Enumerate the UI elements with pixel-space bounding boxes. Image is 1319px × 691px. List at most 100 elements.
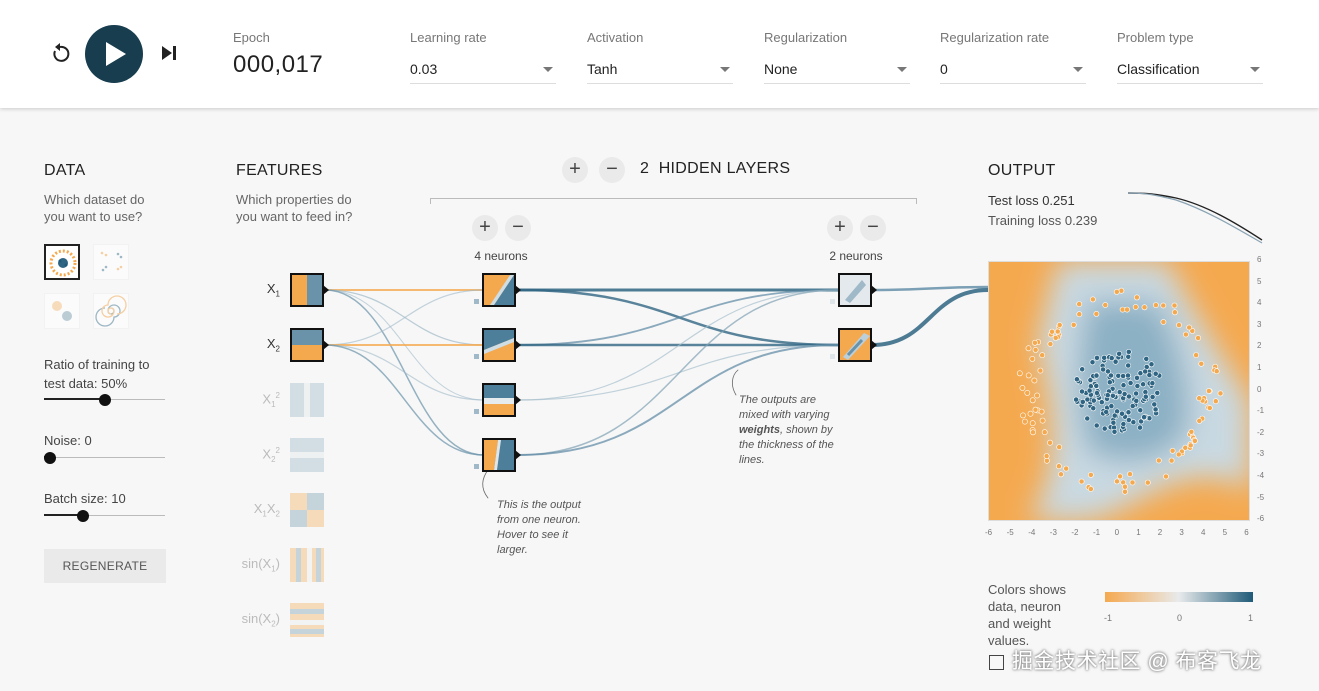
data-point — [1063, 465, 1070, 472]
data-point — [1133, 294, 1140, 301]
training-loss-value: 0.239 — [1064, 213, 1098, 228]
bias-indicator[interactable] — [830, 354, 835, 359]
data-point — [1032, 406, 1039, 413]
data-point — [1090, 296, 1096, 303]
data-point — [1196, 395, 1203, 402]
data-point — [1090, 397, 1097, 404]
data-point — [1032, 339, 1038, 346]
data-point — [1030, 429, 1036, 436]
bias-indicator[interactable] — [474, 409, 479, 414]
data-point — [1104, 392, 1111, 399]
output-decision-plot[interactable] — [988, 261, 1250, 521]
data-point — [1024, 389, 1031, 396]
data-point — [1093, 311, 1100, 317]
feature-label-x1-squared: X12 — [262, 391, 280, 409]
data-point — [1193, 352, 1199, 358]
y-tick: -4 — [1257, 471, 1265, 480]
data-point — [1084, 415, 1091, 422]
feature-node-x2[interactable] — [290, 328, 324, 362]
data-point — [1213, 368, 1220, 375]
data-point — [1098, 399, 1105, 406]
data-point — [1160, 319, 1167, 325]
feature-node-x1x2[interactable] — [290, 493, 324, 527]
feature-label-x2: X2 — [266, 336, 280, 354]
neuron-1-2[interactable] — [482, 328, 516, 362]
data-point — [1126, 393, 1132, 400]
feature-node-sin-x2[interactable] — [290, 603, 324, 637]
data-point — [1163, 473, 1169, 480]
feature-node-x1-squared[interactable] — [290, 383, 324, 417]
bias-indicator[interactable] — [474, 299, 479, 304]
y-tick: -1 — [1257, 406, 1265, 416]
data-point — [1110, 392, 1116, 399]
data-point — [1125, 349, 1132, 355]
data-point — [1111, 412, 1118, 419]
x-tick: -5 — [1006, 528, 1014, 537]
x-tick: 3 — [1179, 528, 1184, 537]
data-point — [1025, 372, 1032, 379]
bias-indicator[interactable] — [474, 464, 479, 469]
neuron-1-1[interactable] — [482, 273, 516, 307]
feature-node-x2-squared[interactable] — [290, 438, 324, 472]
data-point — [1056, 444, 1063, 450]
data-point — [1141, 304, 1148, 311]
data-point — [1093, 422, 1100, 429]
feature-label-x2-squared: X22 — [262, 446, 280, 464]
data-point — [1137, 370, 1144, 377]
remove-neuron-layer1-button[interactable]: − — [505, 215, 531, 241]
data-point — [1122, 488, 1128, 495]
neuron-2-1[interactable] — [838, 273, 872, 307]
neuron-2-2[interactable] — [838, 328, 872, 362]
data-point — [1031, 377, 1038, 384]
hidden-layers-count: 2 — [640, 160, 650, 177]
data-point — [1108, 403, 1115, 409]
data-point — [1125, 353, 1132, 360]
add-neuron-layer2-button[interactable]: + — [827, 215, 853, 241]
data-point — [1079, 388, 1085, 395]
arrow-icon — [323, 285, 329, 295]
data-point — [1070, 322, 1077, 328]
arrow-icon — [515, 340, 521, 350]
data-point — [1188, 428, 1195, 435]
feature-node-x1[interactable] — [290, 273, 324, 307]
data-point — [1111, 428, 1118, 435]
data-point — [1142, 393, 1149, 400]
data-point — [1171, 302, 1178, 309]
data-point — [1134, 375, 1140, 381]
data-point — [1137, 407, 1144, 414]
data-point — [1047, 439, 1053, 446]
data-point — [1043, 453, 1050, 459]
bias-indicator[interactable] — [830, 299, 835, 304]
feature-node-sin-x1[interactable] — [290, 548, 324, 582]
data-point — [1089, 359, 1096, 366]
data-point — [1137, 424, 1143, 431]
add-neuron-layer1-button[interactable]: + — [472, 215, 498, 241]
data-point — [1120, 373, 1126, 379]
data-point — [1149, 380, 1156, 387]
y-tick: 4 — [1257, 298, 1262, 308]
neuron-1-3[interactable] — [482, 383, 516, 417]
arrow-icon — [515, 450, 521, 460]
show-test-data-checkbox[interactable] — [989, 655, 1004, 670]
remove-layer-button[interactable]: − — [599, 157, 625, 183]
bias-indicator[interactable] — [474, 354, 479, 359]
data-point — [1141, 414, 1147, 420]
remove-neuron-layer2-button[interactable]: − — [860, 215, 886, 241]
data-point — [1129, 403, 1136, 409]
data-point — [1176, 322, 1182, 328]
y-tick: 1 — [1257, 363, 1262, 372]
data-point — [1039, 417, 1046, 424]
feature-label-x1: X1 — [266, 281, 280, 299]
data-point — [1029, 356, 1036, 362]
data-point — [1073, 396, 1079, 403]
data-point — [1205, 388, 1212, 394]
data-point — [1124, 306, 1130, 313]
neuron-1-4[interactable] — [482, 438, 516, 472]
data-point — [1125, 372, 1131, 379]
add-layer-button[interactable]: + — [562, 157, 588, 183]
x-tick: 5 — [1222, 528, 1228, 537]
data-point — [1116, 389, 1123, 395]
data-point — [1119, 410, 1125, 417]
data-point — [1152, 370, 1159, 377]
hidden-layers-title: 2 HIDDEN LAYERS — [640, 160, 790, 178]
